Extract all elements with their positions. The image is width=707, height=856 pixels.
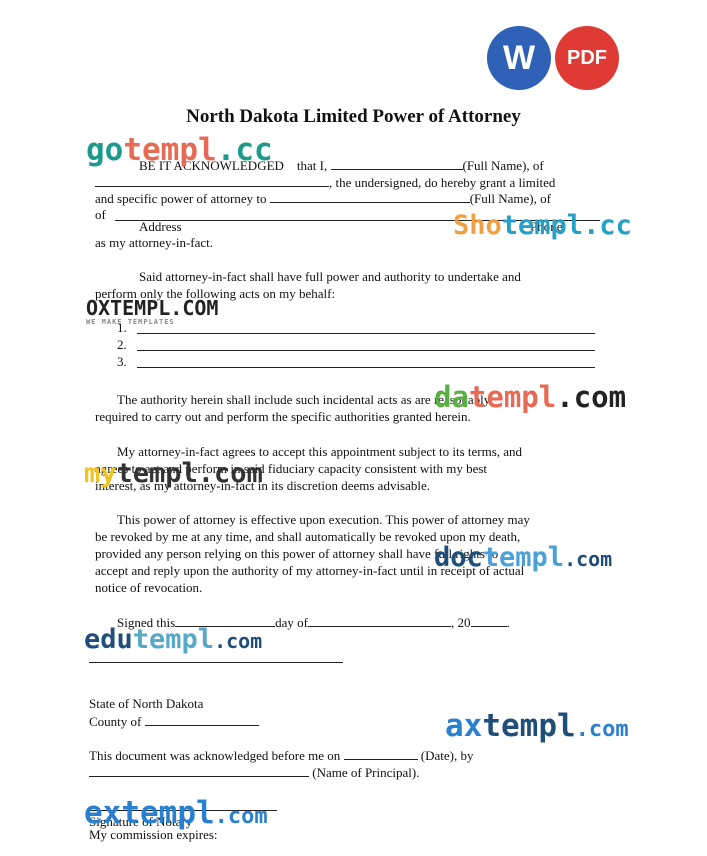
p1-line-4: of	[95, 207, 106, 222]
pdf-badge-icon: PDF	[555, 26, 619, 90]
list-item: 2.	[117, 337, 127, 352]
p2-line-1: Said attorney-in-fact shall have full po…	[139, 269, 521, 284]
attorney-name-line[interactable]	[269, 190, 470, 203]
p5-line-1: This power of attorney is effective upon…	[117, 512, 530, 527]
word-badge-icon: W	[487, 26, 551, 90]
county-line: County of	[89, 713, 259, 730]
word-badge-label: W	[502, 38, 536, 77]
ack-date-line[interactable]	[343, 747, 418, 760]
document-title: North Dakota Limited Power of Attorney	[186, 106, 521, 127]
year-line[interactable]	[470, 614, 507, 627]
act-3-line[interactable]	[137, 367, 595, 368]
ack-line-1: This document was acknowledged before me…	[89, 747, 474, 763]
p1-line-3: and specific power of attorney to (Full …	[95, 190, 551, 206]
location-line[interactable]	[95, 174, 329, 187]
gotempl-watermark: gotempl.cc	[86, 132, 273, 168]
act-2-line[interactable]	[137, 350, 595, 351]
p1-line-5: as my attorney-in-fact.	[95, 235, 214, 250]
p5-line-5: notice of revocation.	[95, 580, 203, 595]
principal-signature-line[interactable]	[89, 662, 343, 663]
p3-line-2: required to carry out and perform the sp…	[95, 409, 471, 424]
county-field[interactable]	[144, 713, 259, 726]
shotempl-watermark: Shotempl.cc	[453, 210, 632, 241]
axtempl-watermark: axtempl.com	[445, 708, 629, 744]
principal-name-line[interactable]	[89, 764, 309, 777]
mytempl-watermark: mytempl.com	[84, 458, 263, 489]
doctempl-watermark: doctempl.com	[434, 542, 613, 573]
edutempl-watermark: edutempl.com	[84, 624, 263, 655]
list-item: 3.	[117, 354, 127, 369]
oxtempl-watermark: OXTEMPL.COM WE MAKE TEMPLATES	[86, 296, 219, 326]
full-name-line[interactable]	[330, 157, 463, 170]
datempl-watermark: datempl.com	[434, 380, 627, 414]
ack-line-2: (Name of Principal).	[89, 764, 419, 781]
extempl-watermark: extempl.com	[84, 795, 268, 831]
act-1-line[interactable]	[137, 333, 595, 334]
month-line[interactable]	[308, 614, 452, 627]
pdf-badge-label: PDF	[567, 46, 607, 69]
p1-line-2: , the undersigned, do hereby grant a lim…	[95, 174, 555, 191]
address-caption: Address	[139, 219, 182, 234]
state-label: State of North Dakota	[89, 696, 204, 711]
